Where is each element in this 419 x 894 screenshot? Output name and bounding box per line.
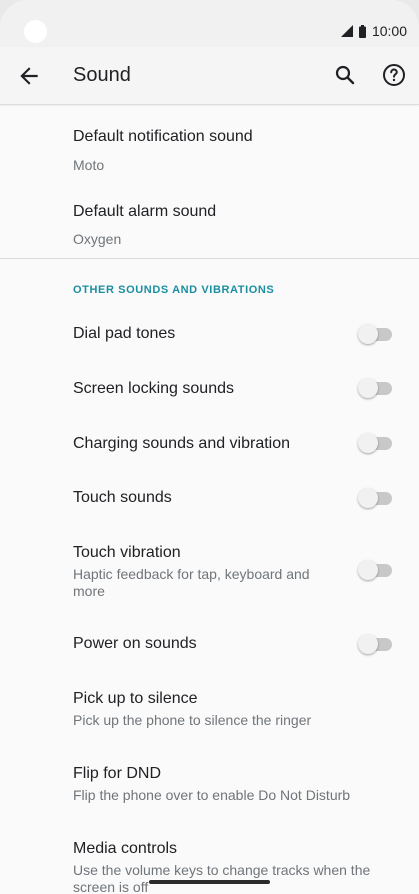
item-subtitle: Use the volume keys to change tracks whe…: [73, 862, 371, 894]
home-indicator[interactable]: [149, 880, 270, 884]
item-title: Media controls: [73, 840, 178, 857]
dial-pad-tones-item[interactable]: Dial pad tones: [0, 308, 419, 360]
item-subtitle: Flip the phone over to enable Do Not Dis…: [73, 787, 351, 803]
status-indicators: 10:00: [340, 22, 407, 40]
dial-pad-tones-toggle[interactable]: [358, 323, 392, 345]
battery-icon: [358, 24, 366, 38]
touch-vibration-item[interactable]: Touch vibration Haptic feedback for tap,…: [0, 530, 419, 614]
status-bar: 10:00: [0, 0, 419, 47]
default-alarm-sound-item[interactable]: Default alarm sound Oxygen: [0, 188, 419, 254]
toggle-thumb: [358, 634, 378, 654]
help-icon[interactable]: [382, 63, 406, 87]
item-title: Flip for DND: [73, 765, 162, 782]
item-title: Charging sounds and vibration: [73, 435, 291, 452]
pick-up-to-silence-item[interactable]: Pick up to silence Pick up the phone to …: [0, 676, 419, 742]
charging-sounds-item[interactable]: Charging sounds and vibration: [0, 418, 419, 470]
charging-sounds-toggle[interactable]: [358, 432, 392, 454]
status-time: 10:00: [371, 23, 407, 39]
item-title: Touch vibration: [73, 544, 181, 561]
item-subtitle: Oxygen: [73, 231, 122, 247]
default-notification-sound-item[interactable]: Default notification sound Moto: [0, 114, 419, 180]
item-subtitle: Pick up the phone to silence the ringer: [73, 712, 312, 728]
toggle-thumb: [358, 560, 378, 580]
power-on-sounds-item[interactable]: Power on sounds: [0, 618, 419, 670]
toggle-thumb: [358, 324, 378, 344]
camera-cutout: [24, 20, 47, 43]
item-title: Default notification sound: [73, 128, 253, 145]
screen-locking-sounds-item[interactable]: Screen locking sounds: [0, 363, 419, 415]
power-on-sounds-toggle[interactable]: [358, 633, 392, 655]
toggle-thumb: [358, 488, 378, 508]
touch-vibration-toggle[interactable]: [358, 559, 392, 581]
item-title: Default alarm sound: [73, 203, 217, 220]
item-title: Power on sounds: [73, 635, 197, 652]
item-subtitle: Haptic feedback for tap, keyboard and mo…: [73, 566, 310, 599]
back-arrow-icon[interactable]: [16, 63, 42, 89]
phone-screen: 10:00 Sound Default notification sound M…: [0, 0, 419, 894]
item-title: Dial pad tones: [73, 325, 176, 342]
touch-sounds-item[interactable]: Touch sounds: [0, 472, 419, 524]
screen-locking-sounds-toggle[interactable]: [358, 377, 392, 399]
touch-sounds-toggle[interactable]: [358, 487, 392, 509]
flip-for-dnd-item[interactable]: Flip for DND Flip the phone over to enab…: [0, 751, 419, 817]
app-bar: Sound: [0, 47, 419, 105]
item-title: Pick up to silence: [73, 690, 198, 707]
item-subtitle: Moto: [73, 157, 105, 173]
toggle-thumb: [358, 378, 378, 398]
item-title: Touch sounds: [73, 489, 172, 506]
search-icon[interactable]: [333, 63, 357, 87]
section-header: OTHER SOUNDS AND VIBRATIONS: [73, 284, 275, 296]
section-divider: [0, 258, 419, 259]
signal-icon: [340, 25, 353, 37]
toggle-thumb: [358, 433, 378, 453]
item-title: Screen locking sounds: [73, 380, 234, 397]
page-title: Sound: [73, 64, 131, 86]
settings-list: Default notification sound Moto Default …: [0, 106, 419, 894]
